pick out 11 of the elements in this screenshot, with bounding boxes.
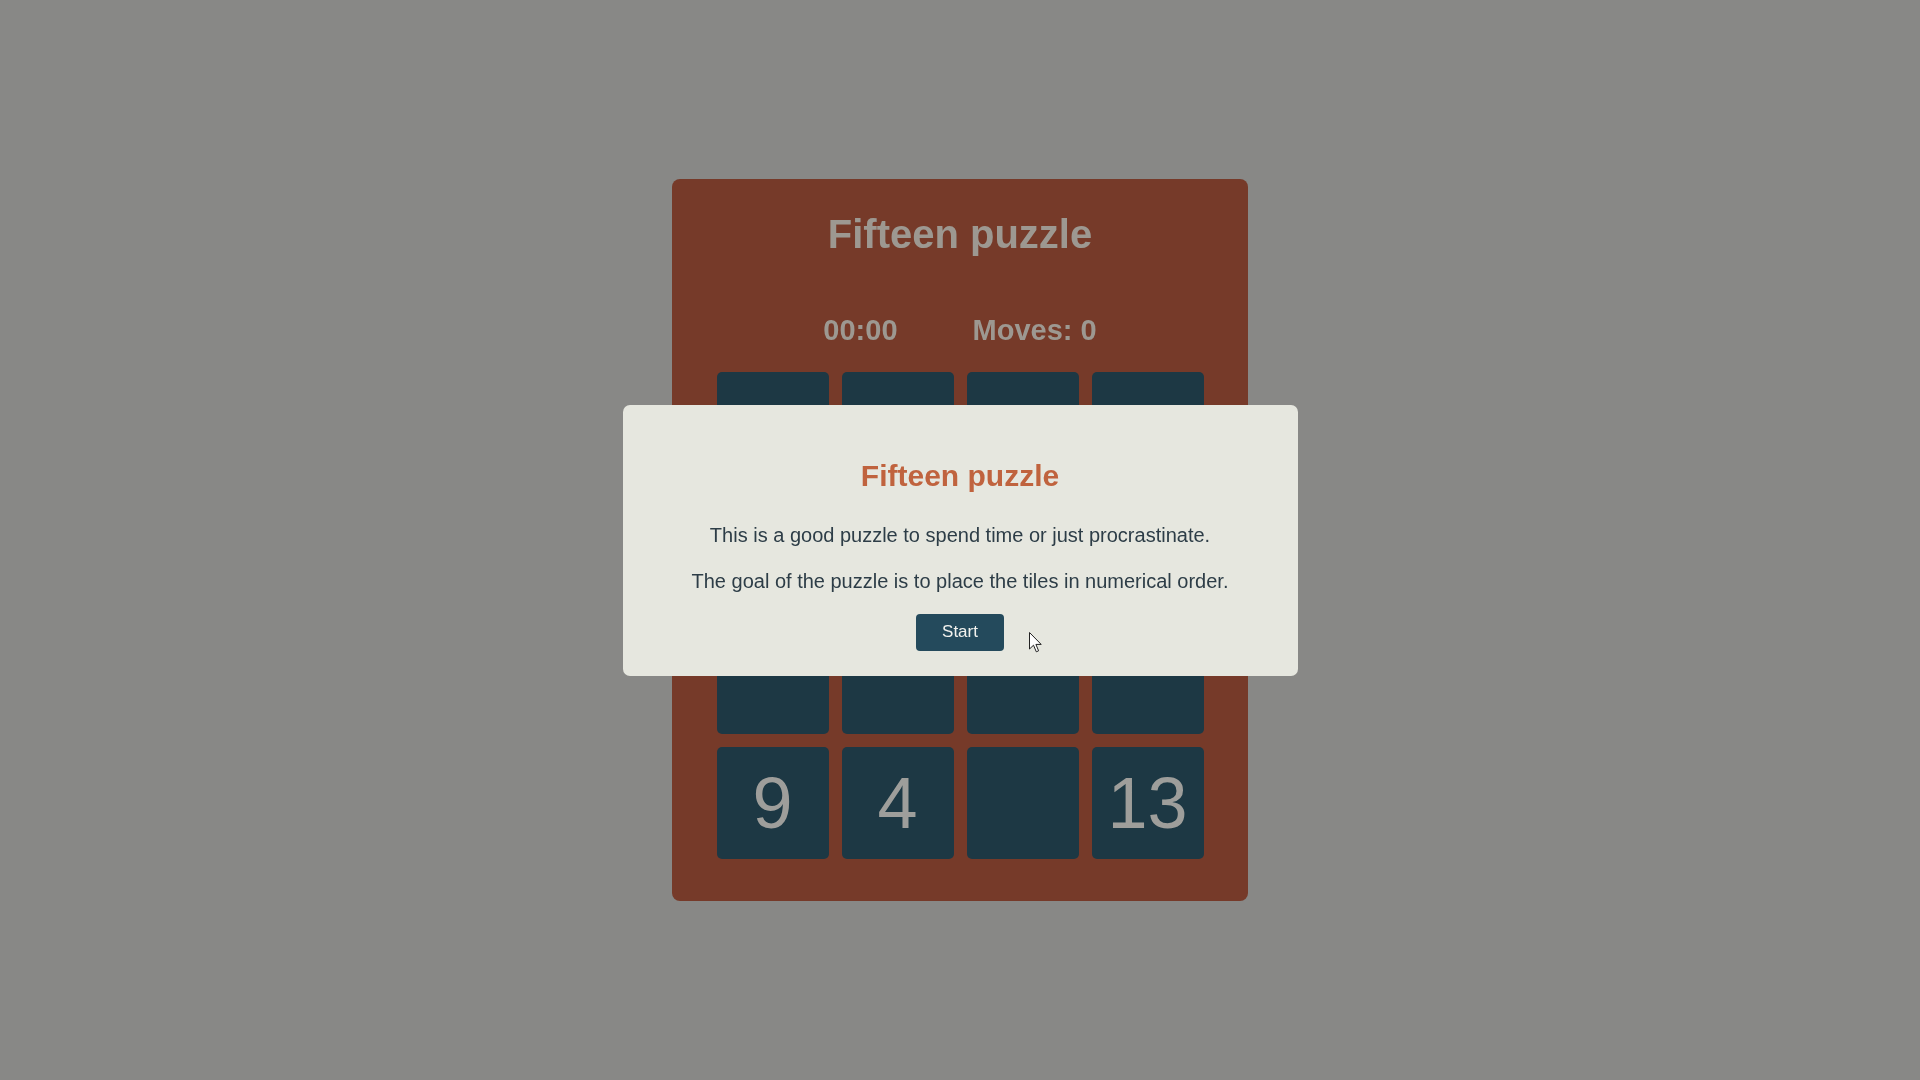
dialog-title: Fifteen puzzle (860, 457, 1060, 494)
puzzle-tile[interactable]: 9 (716, 747, 829, 859)
dialog-text: The goal of the puzzle is to place the tiles in numerical order. (691, 569, 1229, 592)
start-button[interactable]: Start (916, 613, 1004, 651)
move-counter: Moves: 0 (972, 313, 1097, 348)
puzzle-tile[interactable]: 4 (841, 747, 954, 859)
game-title: Fifteen puzzle (827, 211, 1093, 258)
cursor-icon (1029, 632, 1042, 653)
dialog-text: This is a good puzzle to spend time or just procrastinate. (709, 523, 1211, 546)
puzzle-tile[interactable]: 13 (1091, 747, 1204, 859)
timer-text: 00:00 (823, 313, 898, 348)
